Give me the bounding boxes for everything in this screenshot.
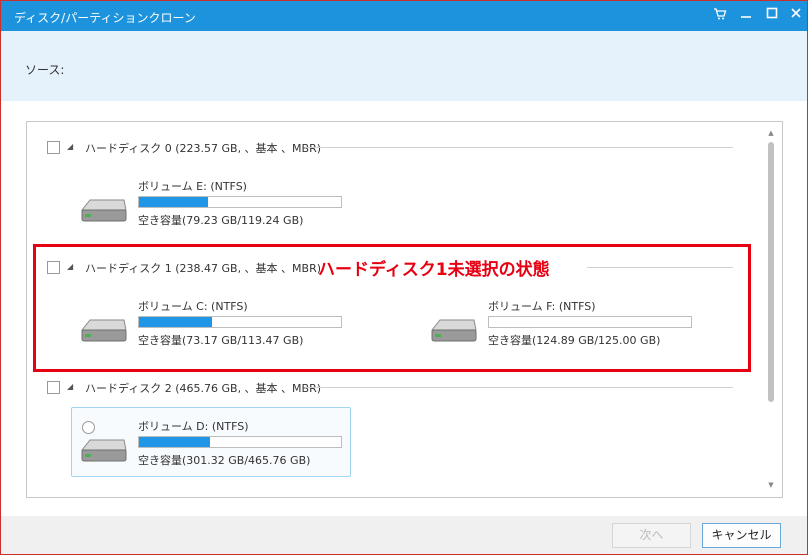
volume-name: ボリューム D: (NTFS)	[138, 420, 249, 433]
disk-checkbox-0[interactable]	[47, 141, 60, 154]
collapse-triangle-icon[interactable]: ◢	[67, 142, 73, 151]
source-label: ソース:	[25, 63, 65, 77]
disk-header-0: ◢ ハードディスク 0 (223.57 GB, 、基本 、MBR)	[47, 140, 735, 156]
cancel-button[interactable]: キャンセル	[702, 523, 781, 548]
volume-e[interactable]: ボリューム E: (NTFS) 空き容量(79.23 GB/119.24 GB)	[76, 178, 356, 242]
scroll-thumb[interactable]	[768, 142, 774, 402]
disk-checkbox-2[interactable]	[47, 381, 60, 394]
scroll-down-icon[interactable]: ▼	[765, 480, 777, 490]
next-button[interactable]: 次へ	[612, 523, 691, 548]
volume-capacity: 空き容量(301.32 GB/465.76 GB)	[138, 454, 311, 467]
hard-drive-icon	[80, 439, 127, 462]
volume-name: ボリューム E: (NTFS)	[138, 180, 247, 193]
divider	[305, 387, 733, 388]
volume-d[interactable]: ボリューム D: (NTFS) 空き容量(301.32 GB/465.76 GB…	[76, 418, 356, 482]
vertical-scrollbar[interactable]: ▲ ▼	[765, 128, 777, 490]
divider	[305, 147, 733, 148]
usage-bar	[138, 436, 342, 448]
usage-bar-fill	[139, 437, 210, 447]
collapse-triangle-icon[interactable]: ◢	[67, 382, 73, 391]
maximize-icon[interactable]	[764, 7, 780, 23]
annotation-text: ハードディスク1未選択の状態	[318, 260, 550, 280]
volume-capacity: 空き容量(79.23 GB/119.24 GB)	[138, 214, 304, 227]
title-bar: ディスク/パーティションクローン	[1, 1, 807, 31]
disk-label-0: ハードディスク 0 (223.57 GB, 、基本 、MBR)	[85, 142, 322, 155]
cart-icon[interactable]	[712, 7, 728, 23]
usage-bar-fill	[139, 197, 208, 207]
disk-header-2: ◢ ハードディスク 2 (465.76 GB, 、基本 、MBR)	[47, 380, 735, 396]
disk-label-2: ハードディスク 2 (465.76 GB, 、基本 、MBR)	[85, 382, 322, 395]
close-icon[interactable]	[788, 7, 804, 23]
usage-bar	[138, 196, 342, 208]
window-title: ディスク/パーティションクローン	[14, 11, 196, 25]
minimize-icon[interactable]	[738, 7, 754, 23]
hard-drive-icon	[80, 199, 127, 222]
scroll-up-icon[interactable]: ▲	[765, 128, 777, 138]
source-area: ソース:	[1, 31, 807, 101]
